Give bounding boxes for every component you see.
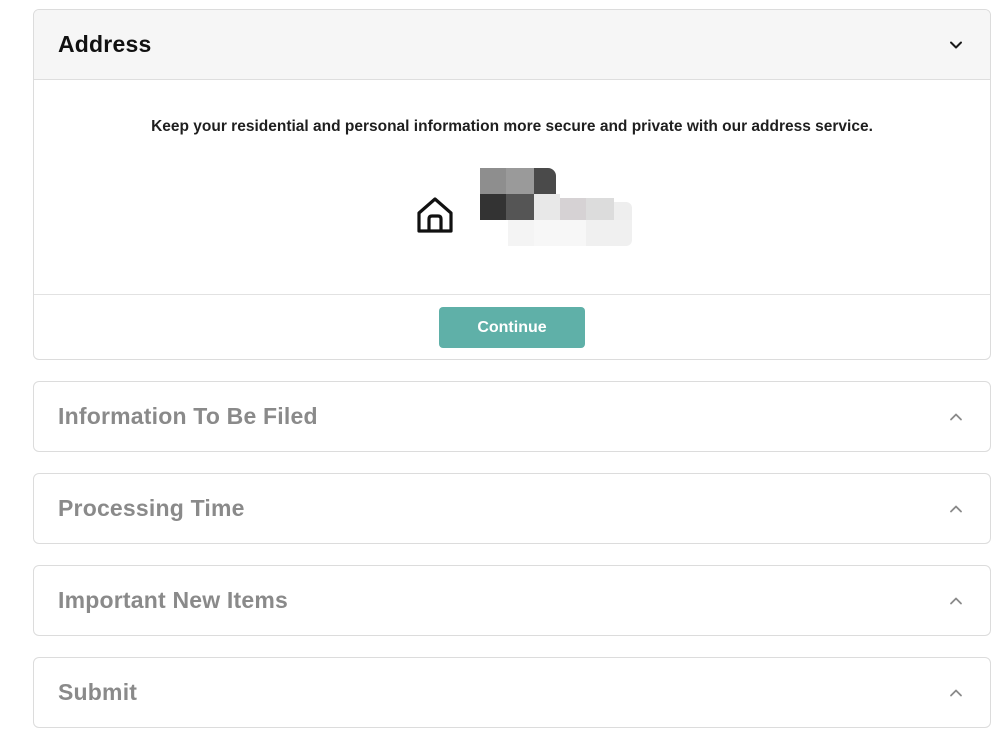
chevron-up-icon[interactable]: [948, 593, 964, 609]
submit-title: Submit: [58, 679, 138, 705]
address-panel-body: Keep your residential and personal infor…: [34, 80, 990, 295]
submit-header[interactable]: Submit: [34, 658, 990, 727]
processing-time-title: Processing Time: [58, 495, 245, 521]
processing-time-header[interactable]: Processing Time: [34, 474, 990, 543]
chevron-up-icon[interactable]: [948, 685, 964, 701]
processing-time-panel: Processing Time: [33, 473, 991, 544]
address-intro-text: Keep your residential and personal infor…: [151, 118, 873, 135]
address-panel-header[interactable]: Address: [34, 10, 990, 80]
information-to-be-filed-header[interactable]: Information To Be Filed: [34, 382, 990, 451]
information-to-be-filed-title: Information To Be Filed: [58, 403, 318, 429]
address-panel-title: Address: [58, 31, 152, 57]
chevron-up-icon[interactable]: [948, 409, 964, 425]
submit-panel: Submit: [33, 657, 991, 728]
chevron-down-icon[interactable]: [948, 37, 964, 53]
continue-button[interactable]: Continue: [439, 307, 585, 348]
chevron-up-icon[interactable]: [948, 501, 964, 517]
address-panel-footer: Continue: [34, 295, 990, 359]
important-new-items-header[interactable]: Important New Items: [34, 566, 990, 635]
important-new-items-title: Important New Items: [58, 587, 289, 613]
address-panel: Address Keep your residential and person…: [33, 9, 991, 360]
important-new-items-panel: Important New Items: [33, 565, 991, 636]
home-icon: [414, 194, 456, 236]
redacted-image: [480, 168, 636, 250]
information-to-be-filed-panel: Information To Be Filed: [33, 381, 991, 452]
